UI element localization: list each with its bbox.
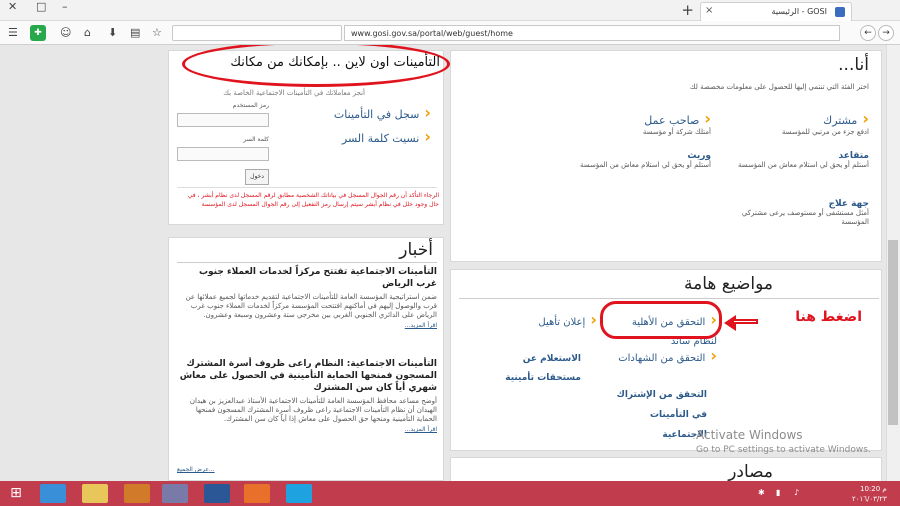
iam-item-subscriber[interactable]: ‹ مشترك ادفع جزء من مرتبي للمؤسسة xyxy=(719,109,869,137)
read-more-link[interactable]: اقرأ المزيد... xyxy=(177,322,437,329)
activate-windows-text: Go to PC settings to activate Windows. xyxy=(696,445,871,455)
iam-item-employer[interactable]: ‹ صاحب عمل أمتلك شركة أو مؤسسة xyxy=(561,109,711,137)
skype-icon[interactable] xyxy=(286,484,312,503)
internet-explorer-icon[interactable] xyxy=(40,484,66,503)
address-bar[interactable]: www.gosi.gov.sa/portal/web/guest/home xyxy=(344,25,840,41)
forgot-password-link[interactable]: ‹ نسيت كلمة السر xyxy=(311,127,431,146)
forgot-label: نسيت كلمة السر xyxy=(341,132,420,145)
page-scrollbar[interactable] xyxy=(886,45,900,481)
home-icon[interactable]: ⌂ xyxy=(84,26,91,40)
topic-entitlements[interactable]: الاستعلام عن مستحقات تأمينية xyxy=(491,346,581,384)
iam-subtitle: اختر الفئة التي تنتمي إليها للحصول على م… xyxy=(689,83,869,91)
password-label: كلمة السر xyxy=(243,136,269,143)
news-item[interactable]: التأمينات الاجتماعية تفتتح مركزاً لخدمات… xyxy=(177,266,437,329)
username-label: رمز المستخدم xyxy=(232,102,269,109)
favicon-icon xyxy=(835,7,845,17)
navigation-toolbar: ☰ ✚ ☺ ⌂ ⬇ ▤ ☆ www.gosi.gov.sa/portal/web… xyxy=(0,21,900,45)
volume-icon[interactable]: ♪ xyxy=(794,488,799,497)
topic-certificates[interactable]: ‹ التحقق من الشهادات xyxy=(597,346,717,365)
page-content: أنجز معاملاتك في التأمينات الاجتماعية ال… xyxy=(0,45,900,481)
app-icon[interactable] xyxy=(162,484,188,503)
search-input[interactable] xyxy=(172,25,342,41)
news-card: أخبار التأمينات الاجتماعية تفتتح مركزاً … xyxy=(168,237,444,481)
word-icon[interactable] xyxy=(204,484,230,503)
topics-card: مواضيع هامة ‹ التحقق من الأهلية لنظام سا… xyxy=(450,269,882,451)
close-window-button[interactable]: ✕ xyxy=(8,0,17,13)
topic-subscription[interactable]: التحقق من الإشتراك في التأمينات الاجتماع… xyxy=(607,382,707,442)
scrollbar-thumb[interactable] xyxy=(888,240,898,425)
firefox-icon[interactable] xyxy=(244,484,270,503)
bluetooth-icon[interactable]: ✱ xyxy=(758,488,765,497)
news-title: أخبار xyxy=(399,240,433,260)
divider xyxy=(459,298,879,299)
sources-title: مصادر xyxy=(728,462,773,481)
annotation-text: التأمينات اون لاين .. بإمكانك من مكانك xyxy=(230,55,440,70)
topics-title: مواضيع هامة xyxy=(684,274,773,294)
star-icon[interactable]: ☆ xyxy=(152,26,162,40)
arrow-right-icon[interactable]: → xyxy=(878,25,894,41)
login-button[interactable]: دخول xyxy=(245,169,269,185)
login-lead: أنجز معاملاتك في التأمينات الاجتماعية ال… xyxy=(223,89,365,97)
topic-qualification[interactable]: ‹ إعلان تأهيل xyxy=(487,310,597,329)
news-item-title[interactable]: التأمينات الاجتماعية تفتتح مركزاً لخدمات… xyxy=(177,266,437,290)
news-item[interactable]: التأمينات الاجتماعية: النظام راعى ظروف أ… xyxy=(177,358,437,433)
minimize-button[interactable]: – xyxy=(62,0,68,13)
read-more-link[interactable]: اقرأ المزيد... xyxy=(177,426,437,433)
sources-card: مصادر xyxy=(450,457,882,481)
divider xyxy=(177,187,437,188)
taskbar: ⊞ 10:20 م ٢٠١٦/٠٣/٢٣ ✱ ▮ ♪ xyxy=(0,481,900,506)
tab-close-icon[interactable]: × xyxy=(705,5,713,16)
arrow-left-icon[interactable]: ← xyxy=(860,25,876,41)
news-item-body: ضمن استراتيجية المؤسسة العامة للتأمينات … xyxy=(185,293,437,319)
register-link[interactable]: ‹ سجل في التأمينات xyxy=(311,103,431,122)
divider xyxy=(177,262,437,263)
iam-item-retiree[interactable]: متقاعد أستلم أو يحق لي استلام معاش من ال… xyxy=(719,151,869,170)
iam-card: أنا... اختر الفئة التي تنتمي إليها للحصو… xyxy=(450,50,882,262)
tab-gosi-home[interactable]: GOSI - الرئيسية × xyxy=(700,2,852,21)
annotation-box xyxy=(600,301,722,339)
password-field[interactable] xyxy=(177,147,269,161)
chat-icon[interactable]: ☺ xyxy=(60,26,71,40)
network-icon[interactable]: ▮ xyxy=(776,488,780,497)
file-explorer-icon[interactable] xyxy=(82,484,108,503)
maximize-button[interactable]: □ xyxy=(36,0,46,13)
media-player-icon[interactable] xyxy=(124,484,150,503)
clock-date[interactable]: ٢٠١٦/٠٣/٢٣ xyxy=(852,495,887,503)
iam-title: أنا... xyxy=(838,55,869,75)
clipboard-icon[interactable]: ▤ xyxy=(130,26,140,40)
news-item-title[interactable]: التأمينات الاجتماعية: النظام راعى ظروف أ… xyxy=(177,358,437,394)
news-item-body: أوضح مساعد محافظ المؤسسة العامة للتأمينا… xyxy=(189,397,437,423)
tab-bar: GOSI - الرئيسية × + ✕ □ – xyxy=(0,0,900,21)
register-label: سجل في التأمينات xyxy=(333,108,420,121)
iam-item-heir[interactable]: وريث أستلم أو يحق لي استلام معاش من المؤ… xyxy=(561,151,711,170)
activate-windows-title: Activate Windows xyxy=(696,428,803,442)
show-all-link[interactable]: عرض الجميع... xyxy=(177,466,215,473)
extension-icon[interactable]: ✚ xyxy=(30,25,46,41)
tab-title: GOSI - الرئيسية xyxy=(771,7,827,16)
username-field[interactable] xyxy=(177,113,269,127)
warning-text: الرجاء التأكد أن رقم الجوال المسجل في بي… xyxy=(187,192,439,208)
start-icon[interactable]: ⊞ xyxy=(6,484,26,503)
iam-item-treatment[interactable]: جهة علاج أمثل مستشفى أو مستوصف يرعى مشتر… xyxy=(719,199,869,227)
new-tab-button[interactable]: + xyxy=(681,1,694,19)
annotation-arrow-shaft xyxy=(734,319,758,324)
hamburger-icon[interactable]: ☰ xyxy=(8,26,18,40)
download-icon[interactable]: ⬇ xyxy=(108,26,117,40)
click-here-annotation: اضغط هنا xyxy=(795,309,862,325)
clock-time[interactable]: 10:20 م xyxy=(860,485,887,493)
